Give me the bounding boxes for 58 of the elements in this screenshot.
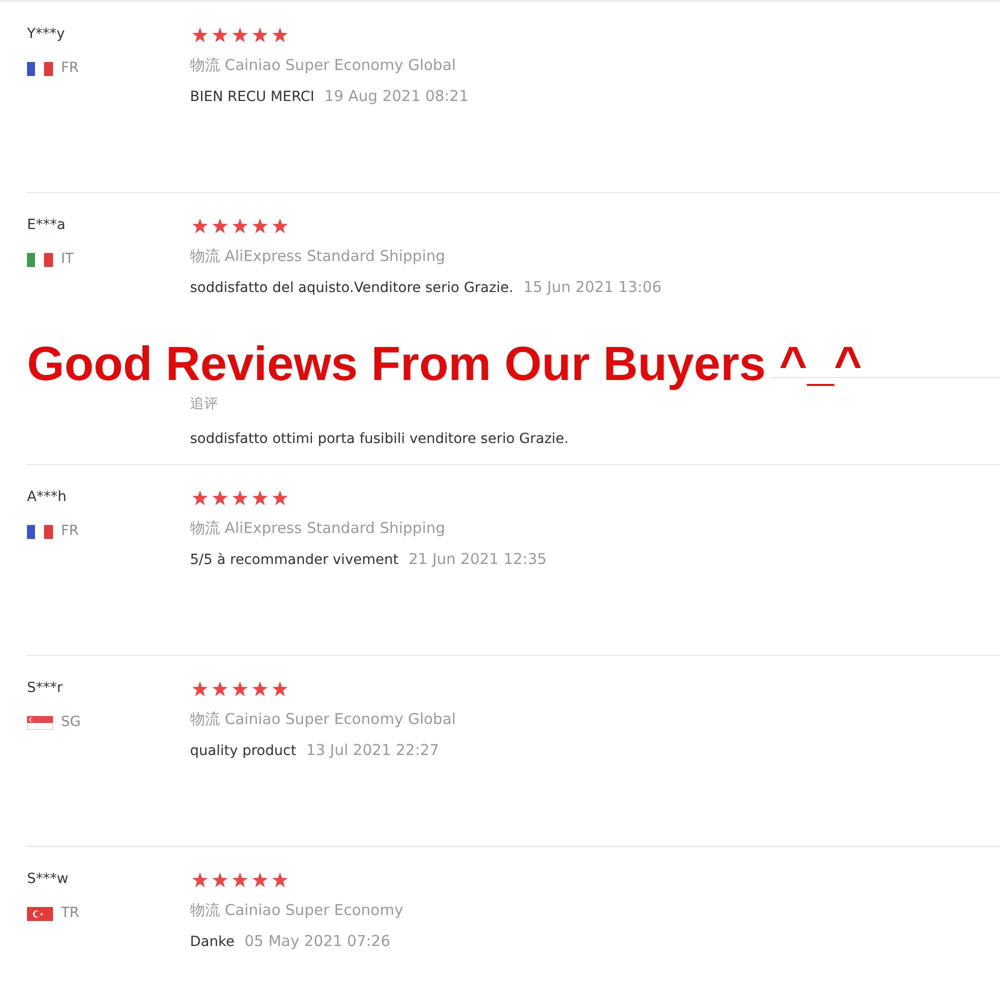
star-icon [192,490,208,506]
review-comment: quality product [190,742,296,761]
star-icon [252,680,268,696]
country-code: TR [61,904,80,923]
review-date: 21 Jun 2021 12:35 [408,549,547,570]
flag-icon [27,62,53,76]
shipping-method: 物流 Cainiao Super Economy Global [190,709,456,730]
reviewer-name: E***a [27,216,66,235]
country-code: SG [61,713,81,732]
follow-up-label: 追评 [190,395,218,414]
flag-icon [27,524,53,538]
star-icon [232,26,248,42]
star-icon [192,218,208,234]
review-comment: Danke [190,933,234,952]
star-icon [192,26,208,42]
banner-title: Good Reviews From Our Buyers ^_^ [27,341,862,389]
star-icon [232,680,248,696]
star-icon [252,218,268,234]
star-icon [212,680,228,696]
reviewer-name: S***r [27,679,63,698]
star-icon [212,872,228,888]
reviewer-name: Y***y [27,25,65,44]
star-icon [232,490,248,506]
flag-icon [27,906,53,920]
review-comment: 5/5 à recommander vivement [190,551,398,570]
star-icon [272,680,288,696]
star-icon [212,26,228,42]
star-icon [252,490,268,506]
flag-icon [27,252,53,266]
star-icon [252,26,268,42]
reviewer-name: A***h [27,488,66,507]
flag-icon [27,716,53,730]
review-comment: BIEN RECU MERCI [190,88,314,107]
review-date: 05 May 2021 07:26 [244,931,390,952]
shipping-method: 物流 AliExpress Standard Shipping [190,518,446,539]
shipping-method: 物流 AliExpress Standard Shipping [190,246,446,267]
review-date: 15 Jun 2021 13:06 [523,277,662,298]
country-code: FR [61,522,79,541]
country-code: FR [61,59,79,78]
star-icon [232,872,248,888]
star-icon [212,218,228,234]
star-icon [272,490,288,506]
star-icon [192,680,208,696]
star-icon [252,872,268,888]
star-icon [272,26,288,42]
review-comment: soddisfatto del aquisto.Venditore serio Grazie. [190,279,514,298]
review-date: 19 Aug 2021 08:21 [324,86,469,107]
star-icon [272,872,288,888]
follow-up-comment: soddisfatto ottimi porta fusibili venditore serio Grazie. [190,430,569,449]
reviewer-name: S***w [27,870,68,889]
star-icon [232,218,248,234]
star-icon [272,218,288,234]
shipping-method: 物流 Cainiao Super Economy Global [190,55,456,76]
review-date: 13 Jul 2021 22:27 [306,740,440,761]
country-code: IT [61,250,74,269]
shipping-method: 物流 Cainiao Super Economy [190,900,404,921]
star-icon [212,490,228,506]
star-icon [192,872,208,888]
